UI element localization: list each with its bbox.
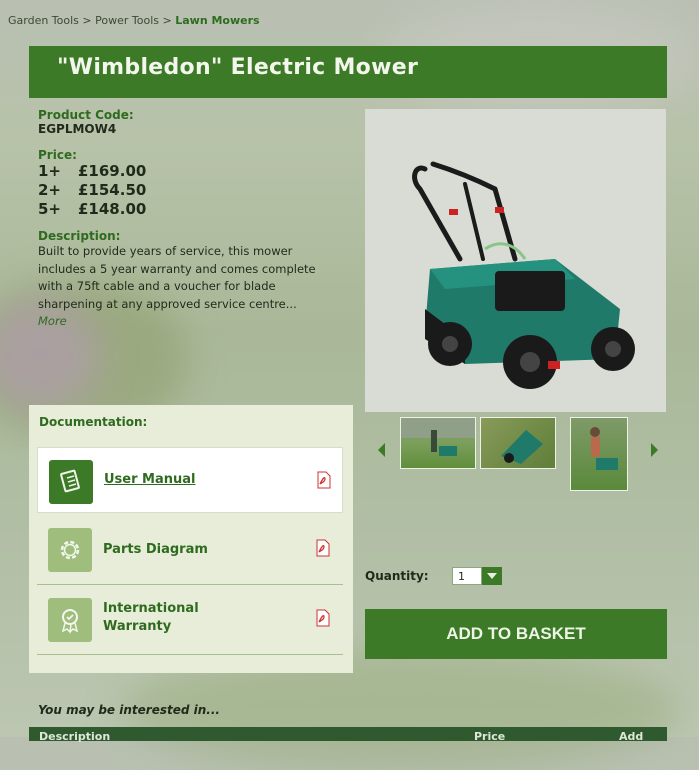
price-value: £169.00 xyxy=(78,162,147,180)
pdf-icon[interactable] xyxy=(317,471,331,489)
price-value: £154.50 xyxy=(78,181,147,199)
breadcrumb-link-power-tools[interactable]: Power Tools xyxy=(95,14,159,27)
documentation-heading: Documentation: xyxy=(39,415,148,429)
doc-divider xyxy=(37,654,343,655)
thumbnail-strip xyxy=(370,415,670,495)
related-table-header: Description Price Add xyxy=(29,727,667,743)
related-heading: You may be interested in... xyxy=(38,703,220,717)
price-value: £148.00 xyxy=(78,200,147,218)
documentation-panel: Documentation: User Manual Parts Diagram… xyxy=(29,405,353,673)
price-row: 5+ £148.00 xyxy=(38,200,358,219)
thumbnail[interactable] xyxy=(480,417,556,469)
price-qty: 5+ xyxy=(38,200,62,218)
manual-icon xyxy=(49,460,93,504)
thumbnail[interactable] xyxy=(570,417,628,491)
doc-label-user-manual[interactable]: User Manual xyxy=(104,472,196,487)
breadcrumb-separator: > xyxy=(82,14,92,27)
price-label: Price: xyxy=(38,148,77,162)
description-text: Built to provide years of service, this … xyxy=(38,243,318,331)
price-row: 2+ £154.50 xyxy=(38,181,358,200)
gear-icon xyxy=(48,528,92,572)
thumbnail[interactable] xyxy=(400,417,476,469)
price-qty: 1+ xyxy=(38,162,62,180)
pdf-icon[interactable] xyxy=(316,539,330,557)
add-to-basket-button[interactable]: ADD TO BASKET xyxy=(365,609,667,659)
doc-item-international-warranty[interactable]: International Warranty xyxy=(37,586,343,652)
quantity-label: Quantity: xyxy=(365,569,429,583)
doc-divider xyxy=(37,584,343,585)
chevron-down-icon[interactable] xyxy=(482,567,502,585)
doc-label-international-warranty[interactable]: International Warranty xyxy=(103,600,233,636)
product-photo[interactable] xyxy=(365,109,666,412)
product-code: EGPLMOW4 xyxy=(38,122,117,136)
price-row: 1+ £169.00 xyxy=(38,162,358,181)
breadcrumb-separator: > xyxy=(162,14,172,27)
product-title: "Wimbledon" Electric Mower xyxy=(57,55,419,80)
breadcrumb: Garden Tools > Power Tools > Lawn Mowers xyxy=(8,14,260,27)
pdf-icon[interactable] xyxy=(316,609,330,627)
breadcrumb-link-garden-tools[interactable]: Garden Tools xyxy=(8,14,79,27)
product-info: Product Code: EGPLMOW4 Price: 1+ £169.00 … xyxy=(38,108,358,331)
description-label: Description: xyxy=(38,229,121,243)
doc-label-parts-diagram[interactable]: Parts Diagram xyxy=(103,542,208,557)
quantity-value[interactable]: 1 xyxy=(452,567,482,585)
price-qty: 2+ xyxy=(38,181,62,199)
chevron-left-icon[interactable] xyxy=(378,443,385,457)
product-title-bar: "Wimbledon" Electric Mower xyxy=(29,46,667,98)
price-list: 1+ £169.00 2+ £154.50 5+ £148.00 xyxy=(38,162,358,219)
doc-item-user-manual[interactable]: User Manual xyxy=(37,447,343,513)
breadcrumb-current: Lawn Mowers xyxy=(175,14,260,27)
quantity-select[interactable]: 1 xyxy=(452,567,507,585)
more-link[interactable]: More xyxy=(38,314,67,328)
description-body: Built to provide years of service, this … xyxy=(38,244,316,311)
chevron-right-icon[interactable] xyxy=(651,443,658,457)
lawn-mower-image xyxy=(412,161,635,389)
doc-item-parts-diagram[interactable]: Parts Diagram xyxy=(37,516,343,582)
product-code-label: Product Code: xyxy=(38,108,134,122)
award-icon xyxy=(48,598,92,642)
